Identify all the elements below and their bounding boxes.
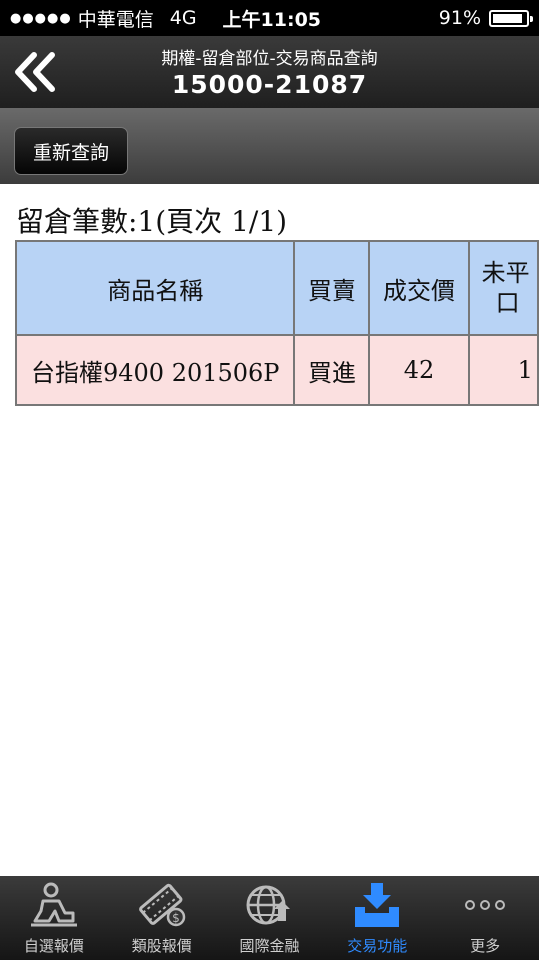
clock: 上午11:05 bbox=[222, 8, 322, 31]
tab-label: 更多 bbox=[470, 937, 501, 955]
tab-more[interactable]: 更多 bbox=[431, 876, 539, 960]
column-header-side: 買賣 bbox=[293, 240, 371, 336]
tab-sector-quotes[interactable]: $ 類股報價 bbox=[108, 876, 216, 960]
tab-bar: 自選報價 $ 類股報價 國際金融 交易功能 更多 bbox=[0, 876, 539, 960]
status-right: 91% bbox=[438, 7, 533, 29]
column-header-open-qty: 未平 口 bbox=[467, 240, 539, 336]
carrier-name: 中華電信 bbox=[77, 8, 154, 31]
cell-open-qty: 1 bbox=[467, 334, 539, 406]
position-count: 留倉筆數:1(頁次 1/1) bbox=[16, 205, 288, 238]
battery-fill bbox=[493, 13, 523, 23]
svg-text:$: $ bbox=[172, 911, 180, 925]
battery-icon bbox=[489, 9, 533, 27]
page-title: 期權-留倉部位-交易商品查詢 bbox=[161, 49, 378, 69]
tab-label: 交易功能 bbox=[347, 937, 408, 955]
more-dots-icon bbox=[458, 879, 512, 931]
column-header-open-qty-line1: 未平 bbox=[481, 259, 530, 287]
network-type: 4G bbox=[169, 7, 197, 29]
download-tray-icon bbox=[350, 879, 404, 931]
tab-watchlist-quotes[interactable]: 自選報價 bbox=[0, 876, 108, 960]
film-stocks-icon: $ bbox=[135, 879, 189, 931]
column-header-product: 商品名稱 bbox=[14, 240, 296, 336]
toolbar: 重新查詢 bbox=[0, 108, 539, 184]
positions-content: 留倉筆數:1(頁次 1/1) 商品名稱 買賣 成交價 未平 口 台指權9400 … bbox=[0, 184, 539, 876]
globe-icon bbox=[242, 879, 296, 931]
cell-side: 買進 bbox=[293, 334, 371, 406]
refresh-query-button[interactable]: 重新查詢 bbox=[14, 127, 128, 175]
account-number: 15000-21087 bbox=[171, 70, 368, 99]
person-sitting-icon bbox=[27, 879, 81, 931]
positions-table: 商品名稱 買賣 成交價 未平 口 台指權9400 201506P 買進 42 1 bbox=[14, 240, 539, 406]
cell-product: 台指權9400 201506P bbox=[14, 334, 296, 406]
status-bar: ●●●●● 中華電信 4G 上午11:05 91% bbox=[0, 0, 539, 36]
table-header-row: 商品名稱 買賣 成交價 未平 口 bbox=[14, 240, 539, 336]
tab-label: 國際金融 bbox=[239, 937, 300, 955]
tab-label: 自選報價 bbox=[23, 937, 84, 955]
tab-label: 類股報價 bbox=[131, 937, 192, 955]
nav-header: 期權-留倉部位-交易商品查詢 15000-21087 bbox=[0, 36, 539, 108]
tab-international-finance[interactable]: 國際金融 bbox=[216, 876, 324, 960]
table-row[interactable]: 台指權9400 201506P 買進 42 1 bbox=[14, 334, 539, 406]
tab-trading-functions[interactable]: 交易功能 bbox=[323, 876, 431, 960]
cell-price: 42 bbox=[368, 334, 470, 406]
column-header-open-qty-line2: 口 bbox=[495, 289, 520, 317]
signal-strength-icon: ●●●●● bbox=[10, 10, 72, 26]
column-header-price: 成交價 bbox=[368, 240, 470, 336]
battery-percent: 91% bbox=[438, 7, 481, 29]
